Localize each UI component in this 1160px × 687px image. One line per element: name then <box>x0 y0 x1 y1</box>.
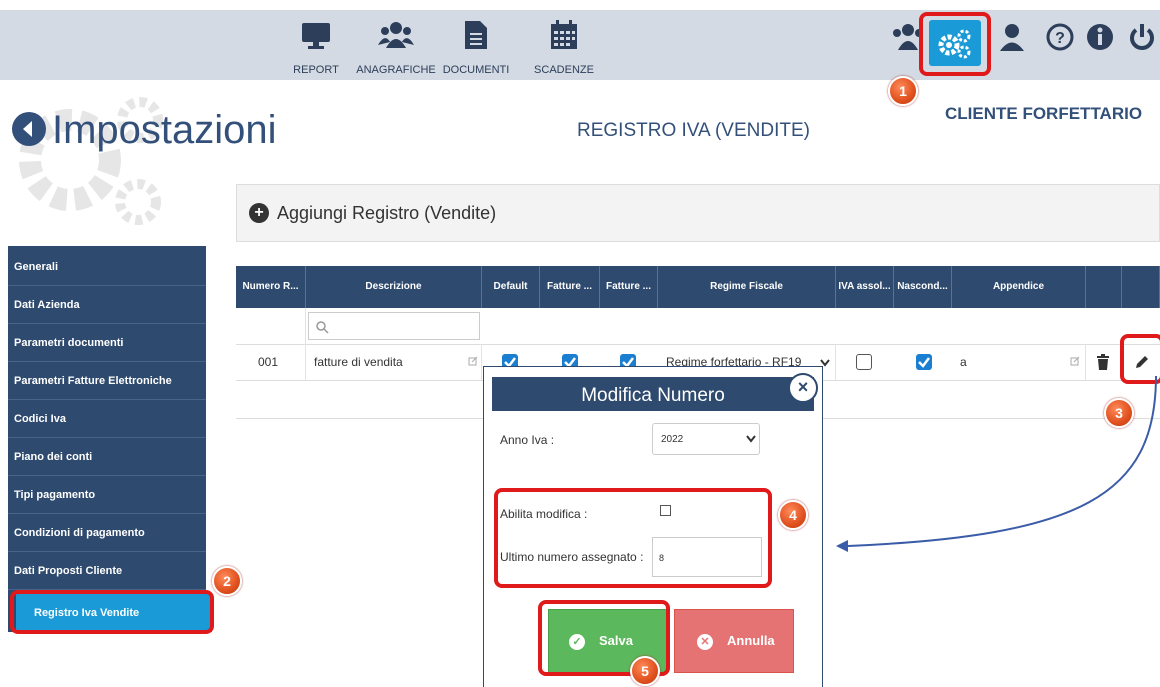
sidebar-item-parametri-documenti[interactable]: Parametri documenti <box>8 324 206 362</box>
section-title: REGISTRO IVA (VENDITE) <box>577 120 810 141</box>
close-icon[interactable]: × <box>788 373 818 403</box>
step-badge-5: 5 <box>630 656 660 686</box>
edit-small-icon[interactable] <box>1070 356 1080 366</box>
user-icon[interactable] <box>992 22 1032 62</box>
plus-icon[interactable]: + <box>249 203 269 223</box>
nav-documenti[interactable]: DOCUMENTI <box>436 10 516 80</box>
help-icon[interactable]: ? <box>1040 22 1080 62</box>
monitor-icon <box>302 23 330 49</box>
step-badge-2: 2 <box>212 566 242 596</box>
highlight-dialog-fields <box>494 488 772 588</box>
col-nascondi[interactable]: Nascond... <box>894 266 952 308</box>
highlight-settings <box>919 12 991 76</box>
col-descrizione[interactable]: Descrizione <box>306 266 482 308</box>
sidebar-item-condizioni-pagamento[interactable]: Condizioni di pagamento <box>8 514 206 552</box>
cell-numero: 001 <box>236 344 306 380</box>
sidebar-item-tipi-pagamento[interactable]: Tipi pagamento <box>8 476 206 514</box>
sidebar-item-dati-proposti[interactable]: Dati Proposti Cliente <box>8 552 206 590</box>
add-register-button[interactable]: Aggiungi Registro (Vendite) <box>277 203 496 224</box>
nav-report[interactable]: REPORT <box>276 10 356 80</box>
document-icon <box>465 21 487 49</box>
cell-appendice[interactable]: a <box>952 344 1086 380</box>
arrow-connector-icon <box>836 376 1157 552</box>
chevron-down-icon <box>746 435 756 443</box>
nav-scadenze[interactable]: SCADENZE <box>524 10 604 80</box>
sidebar-item-codici-iva[interactable]: Codici Iva <box>8 400 206 438</box>
col-regime-fiscale[interactable]: Regime Fiscale <box>658 266 836 308</box>
filter-row <box>236 308 1160 345</box>
cell-descrizione[interactable]: fatture di vendita <box>306 344 482 380</box>
close-circle-icon: ✕ <box>697 633 713 650</box>
col-iva-assolta[interactable]: IVA assol... <box>836 266 894 308</box>
iva-assolta-checkbox[interactable] <box>856 354 872 370</box>
dialog-header: Modifica Numero × <box>492 373 818 411</box>
description-filter-input[interactable] <box>308 312 480 340</box>
info-icon[interactable] <box>1080 22 1120 62</box>
svg-text:?: ? <box>1055 30 1065 47</box>
back-arrow-icon <box>23 121 32 137</box>
search-icon <box>316 321 329 334</box>
anno-label: Anno Iva : <box>500 433 555 447</box>
client-name: CLIENTE FORFETTARIO <box>945 104 1143 123</box>
table-header: Numero R... Descrizione Default Fatture … <box>236 266 1160 308</box>
sidebar-item-generali[interactable]: Generali <box>8 248 206 286</box>
sidebar-item-piano-conti[interactable]: Piano dei conti <box>8 438 206 476</box>
cancel-label: Annulla <box>727 633 775 648</box>
step-badge-1: 1 <box>888 76 918 106</box>
col-numero[interactable]: Numero R... <box>236 266 306 308</box>
trash-icon[interactable] <box>1096 354 1110 370</box>
nav-anagrafiche[interactable]: ANAGRAFICHE <box>356 10 436 80</box>
edit-small-icon[interactable] <box>468 356 478 366</box>
highlight-sidebar-item <box>10 590 214 634</box>
col-fatture-1[interactable]: Fatture ... <box>540 266 600 308</box>
nascondi-checkbox[interactable] <box>916 354 932 370</box>
step-badge-4: 4 <box>778 500 808 530</box>
col-action-1 <box>1086 266 1122 308</box>
dialog-title: Modifica Numero <box>581 385 725 406</box>
col-appendice[interactable]: Appendice <box>952 266 1086 308</box>
col-fatture-2[interactable]: Fatture ... <box>600 266 658 308</box>
sidebar-item-parametri-fatture[interactable]: Parametri Fatture Elettroniche <box>8 362 206 400</box>
power-icon[interactable] <box>1122 22 1160 62</box>
sidebar: Generali Dati Azienda Parametri document… <box>8 246 212 632</box>
col-default[interactable]: Default <box>482 266 540 308</box>
back-button[interactable] <box>12 112 46 146</box>
anno-select[interactable]: 2022 <box>652 423 760 455</box>
page-title: Impostazioni <box>52 108 277 152</box>
users-icon <box>378 22 414 48</box>
add-register-panel: + Aggiungi Registro (Vendite) <box>236 184 1160 242</box>
sidebar-item-dati-azienda[interactable]: Dati Azienda <box>8 286 206 324</box>
calendar-icon <box>551 20 577 49</box>
cancel-button[interactable]: ✕ Annulla <box>674 609 794 673</box>
col-action-2 <box>1122 266 1160 308</box>
